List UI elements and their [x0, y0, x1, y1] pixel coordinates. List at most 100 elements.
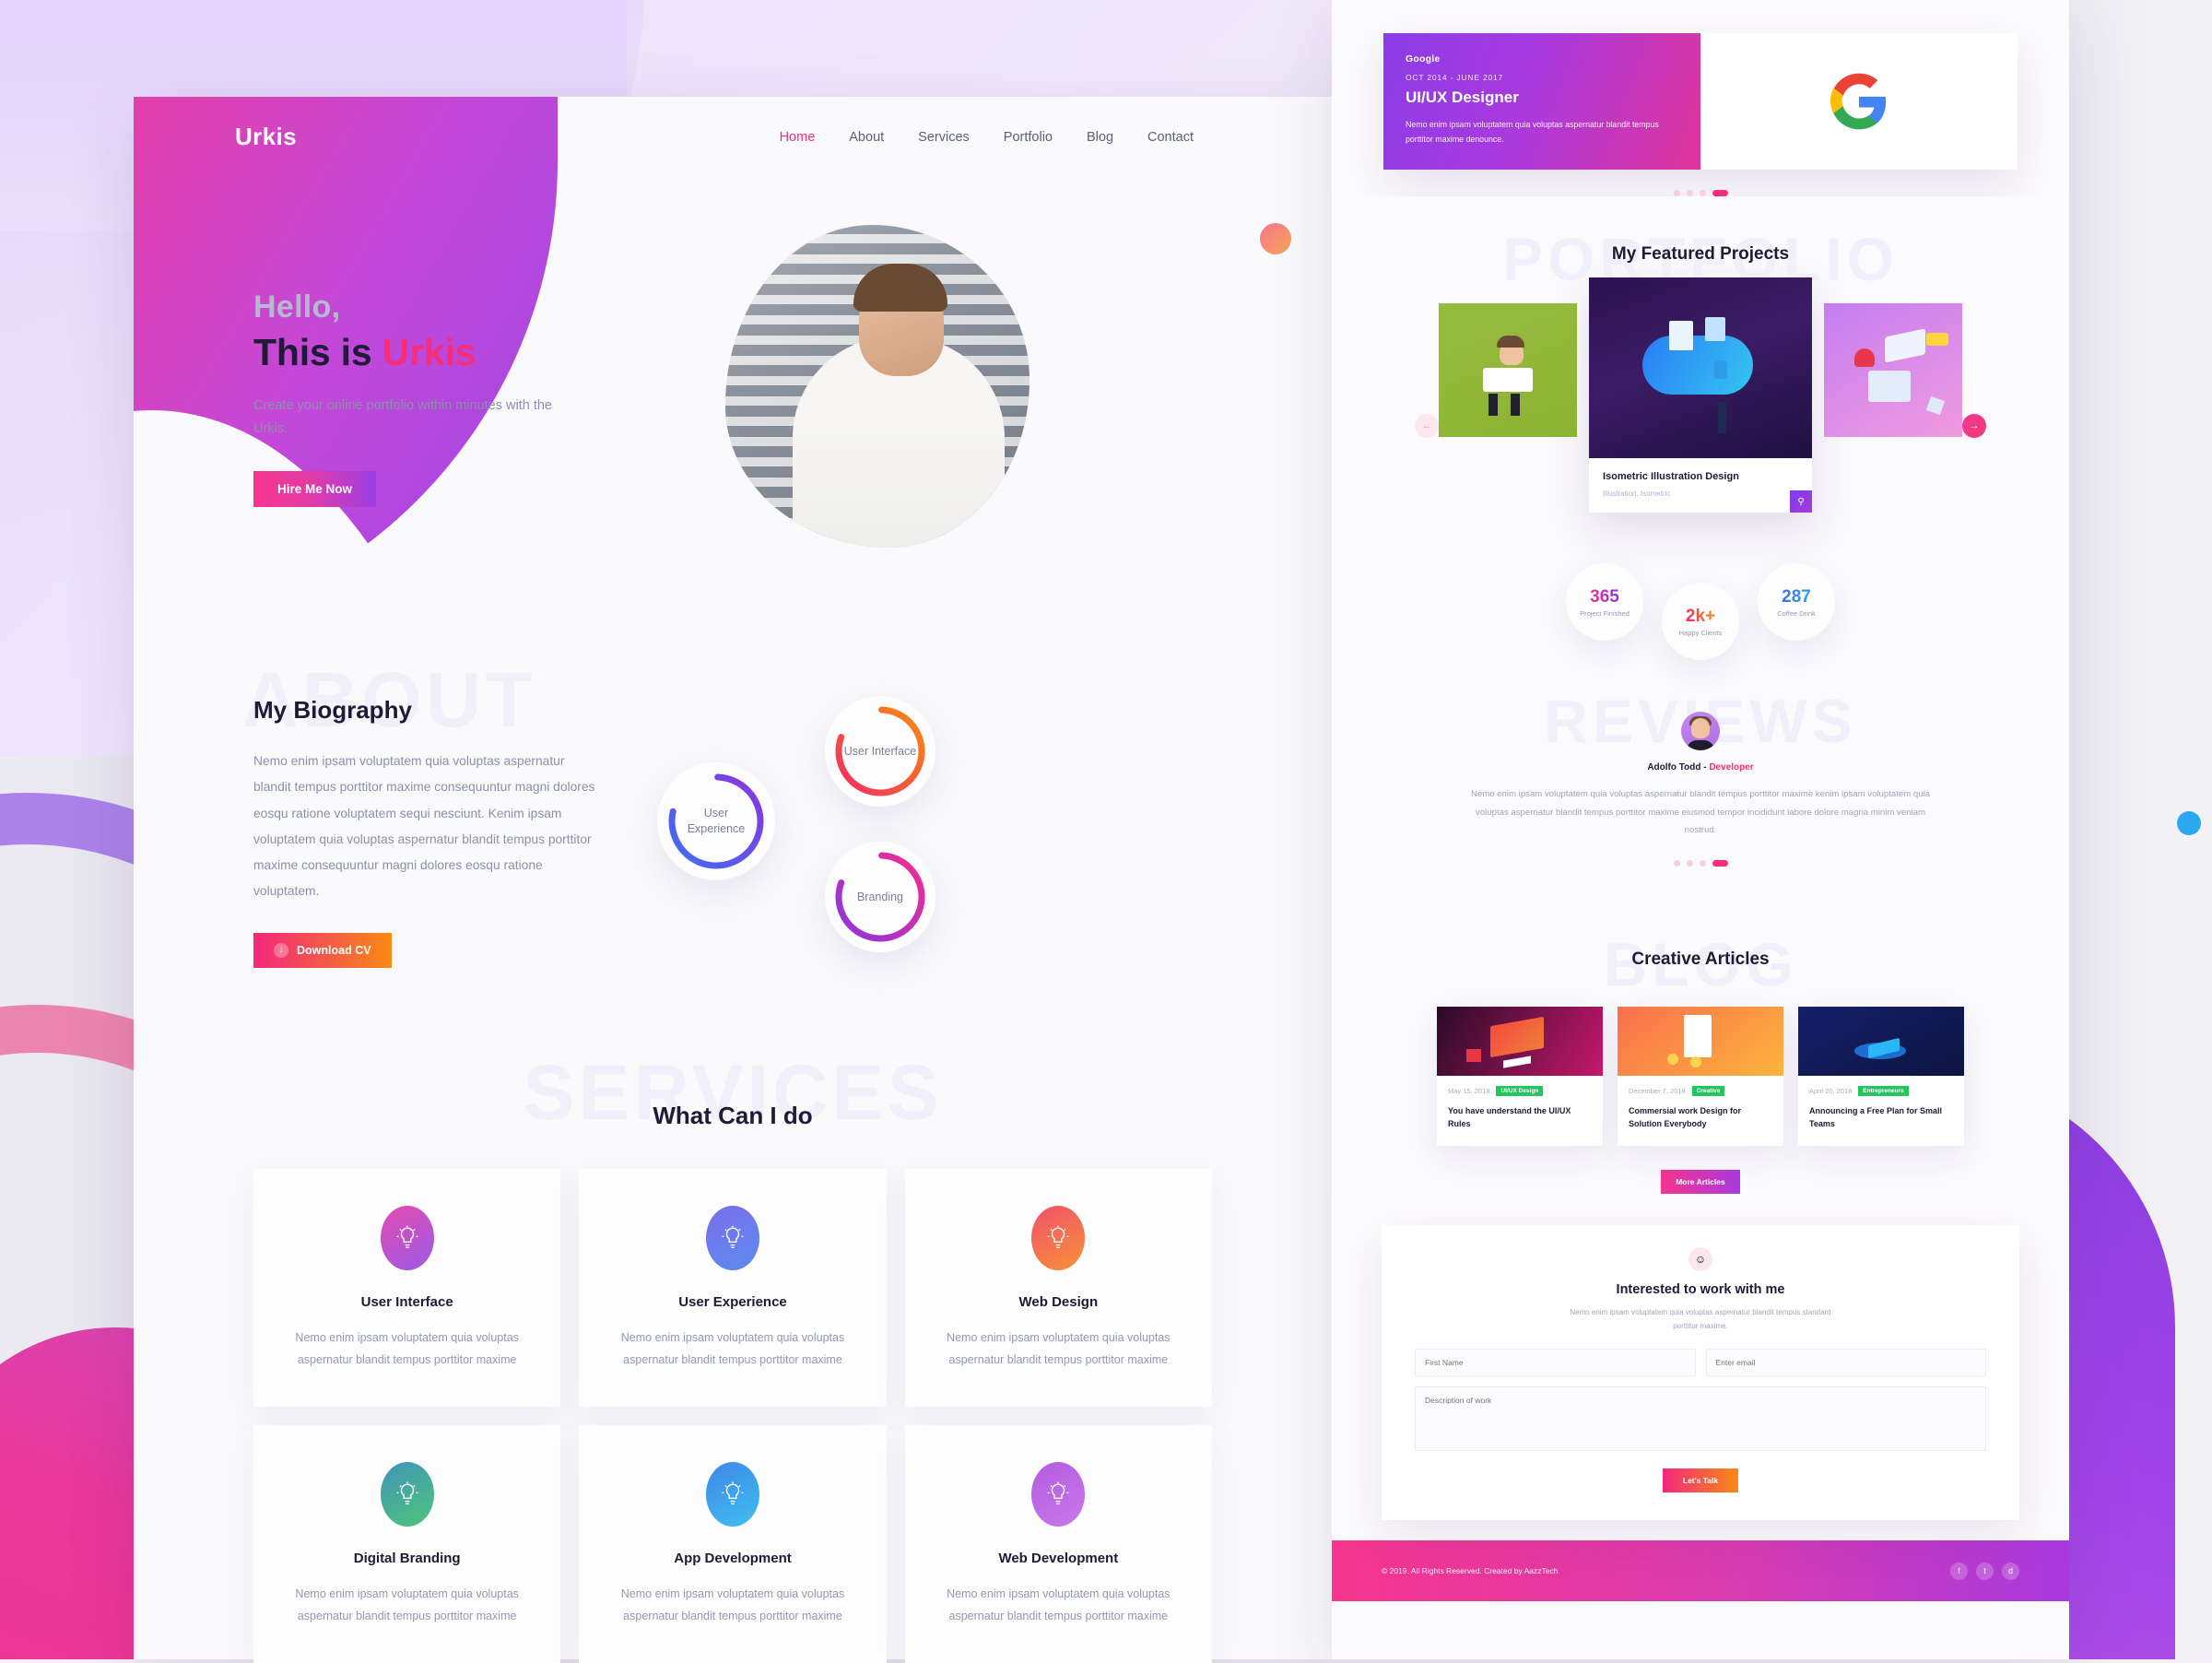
service-title: User Interface: [360, 1294, 453, 1310]
reviewer-name: Adolfo Todd - Developer: [1332, 762, 2069, 773]
blog-post-title[interactable]: Announcing a Free Plan for Small Teams: [1809, 1104, 1953, 1131]
blog-card[interactable]: December 7, 2018 Creative Commersial wor…: [1618, 1006, 1783, 1146]
service-card[interactable]: App Development Nemo enim ipsam voluptat…: [579, 1424, 887, 1663]
hero-headline: This is Urkis: [253, 331, 650, 374]
reviewer-role: Developer: [1709, 762, 1754, 773]
service-card[interactable]: Digital Branding Nemo enim ipsam volupta…: [253, 1424, 561, 1663]
services-section: SERVICES What Can I do User Interface Ne…: [134, 1000, 1332, 1663]
skill-ring-user-interface: [835, 706, 925, 796]
counter-clients: 2k+ Happy Clients: [1662, 583, 1739, 660]
lightbulb-icon: [380, 1206, 434, 1270]
nav-item-services[interactable]: Services: [918, 130, 970, 145]
service-title: User Experience: [678, 1294, 787, 1310]
nav-item-portfolio[interactable]: Portfolio: [1004, 130, 1053, 145]
blog-thumbnail: [1798, 1006, 1964, 1076]
blog-date: December 7, 2018: [1629, 1086, 1686, 1095]
blog-tag[interactable]: Creative: [1691, 1085, 1725, 1096]
counter-value: 2k+: [1685, 606, 1716, 626]
portfolio-thumb-right[interactable]: [1824, 303, 1962, 437]
footer: © 2019. All Rights Reserved. Created by …: [1332, 1540, 2069, 1602]
carousel-dot-active[interactable]: [1712, 859, 1728, 867]
brand-logo[interactable]: Urkis: [235, 123, 297, 151]
service-card[interactable]: Web Development Nemo enim ipsam voluptat…: [904, 1424, 1212, 1663]
skill-branding[interactable]: Branding: [825, 842, 935, 952]
service-card[interactable]: User Interface Nemo enim ipsam voluptate…: [253, 1169, 561, 1407]
skill-user-interface[interactable]: User Interface: [825, 696, 935, 807]
nav-item-home[interactable]: Home: [780, 130, 816, 145]
contact-section: ☺ Interested to work with me Nemo enim i…: [1332, 1194, 2069, 1521]
smiley-icon: ☺: [1688, 1246, 1712, 1271]
copyright-text: © 2019. All Rights Reserved. Created by …: [1382, 1566, 1559, 1576]
lightbulb-icon: [380, 1461, 434, 1527]
reviewer-avatar: [1681, 712, 1720, 750]
blog-card[interactable]: May 15, 2018 UI/UX Design You have under…: [1437, 1006, 1603, 1146]
blog-section: BLOG Creative Articles May 15, 2018 UI/U…: [1332, 899, 2069, 1194]
experience-date: OCT 2014 - JUNE 2017: [1406, 73, 1504, 82]
counters-section: 365 Project Finished 2k+ Happy Clients 2…: [1332, 544, 2069, 669]
carousel-dot[interactable]: [1686, 190, 1693, 196]
counter-value: 287: [1782, 586, 1811, 607]
service-desc: Nemo enim ipsam voluptatem quia voluptas…: [947, 1586, 1171, 1623]
work-description-textarea[interactable]: [1415, 1386, 1986, 1452]
blog-meta: April 20, 2018 Entrepreneurs: [1809, 1085, 1953, 1096]
hero-body: Hello, This is Urkis Create your online …: [134, 151, 1332, 548]
reviews-section: REVIEWS Adolfo Todd - Developer Nemo eni…: [1332, 669, 2069, 900]
service-desc: Nemo enim ipsam voluptatem quia voluptas…: [620, 1331, 845, 1367]
blog-tag[interactable]: UI/UX Design: [1496, 1085, 1544, 1096]
avatar-face: [1690, 717, 1711, 738]
reviews-carousel-dots[interactable]: [1332, 859, 2069, 867]
skill-user-experience[interactable]: User Experience: [657, 762, 775, 880]
download-cv-button[interactable]: ↓ Download CV: [253, 932, 392, 968]
carousel-dot-active[interactable]: [1712, 190, 1728, 196]
social-links: f t d: [1950, 1562, 2019, 1580]
skill-ring-user-experience: [668, 773, 764, 869]
blog-tag[interactable]: Entrepreneurs: [1858, 1085, 1909, 1096]
counter-coffee: 287 Coffee Drink: [1758, 563, 1835, 641]
experience-carousel-dots[interactable]: [1383, 190, 2018, 196]
portfolio-next-button[interactable]: →: [1962, 414, 1986, 438]
lets-talk-button[interactable]: Let's Talk: [1662, 1468, 1739, 1493]
nav-item-contact[interactable]: Contact: [1147, 130, 1194, 145]
dribbble-icon[interactable]: d: [2002, 1562, 2019, 1580]
about-title: My Biography: [253, 696, 412, 724]
portfolio-featured-tags: Illustration, Isometric: [1603, 489, 1671, 498]
nav-item-about[interactable]: About: [849, 130, 884, 145]
service-card[interactable]: User Experience Nemo enim ipsam voluptat…: [579, 1169, 887, 1407]
service-desc: Nemo enim ipsam voluptatem quia voluptas…: [295, 1586, 519, 1623]
service-desc: Nemo enim ipsam voluptatem quia voluptas…: [620, 1586, 845, 1623]
inner-pages-mockup: Google OCT 2014 - JUNE 2017 UI/UX Design…: [1332, 0, 2069, 1659]
first-name-input[interactable]: [1415, 1349, 1696, 1377]
hire-me-button[interactable]: Hire Me Now: [253, 470, 377, 507]
magnifier-icon[interactable]: ⚲: [1790, 490, 1812, 513]
lightbulb-icon: [1031, 1206, 1086, 1270]
portfolio-title: My Featured Projects: [1611, 244, 1790, 264]
hero-subtitle: Create your online portfolio within minu…: [253, 398, 552, 437]
blog-meta: December 7, 2018 Creative: [1629, 1085, 1772, 1096]
carousel-dot[interactable]: [1673, 859, 1680, 867]
counter-label: Project Finished: [1580, 608, 1630, 618]
portfolio-featured-body: Isometric Illustration Design Illustrati…: [1589, 458, 1812, 513]
blog-meta: May 15, 2018 UI/UX Design: [1448, 1085, 1592, 1096]
about-section: ABOUT My Biography Nemo enim ipsam volup…: [134, 613, 1332, 1000]
service-card[interactable]: Web Design Nemo enim ipsam voluptatem qu…: [904, 1169, 1212, 1407]
carousel-dot[interactable]: [1699, 859, 1706, 867]
blog-post-title[interactable]: Commersial work Design for Solution Ever…: [1629, 1104, 1772, 1131]
nav-item-blog[interactable]: Blog: [1087, 130, 1113, 145]
carousel-dot[interactable]: [1699, 190, 1706, 196]
portfolio-prev-button[interactable]: ←: [1415, 414, 1439, 438]
hero-headline-accent: Urkis: [382, 331, 477, 373]
carousel-dot[interactable]: [1673, 190, 1680, 196]
carousel-dot[interactable]: [1686, 859, 1693, 867]
services-header: SERVICES What Can I do: [253, 1049, 1212, 1169]
email-input[interactable]: [1705, 1349, 1986, 1377]
blog-post-title[interactable]: You have understand the UI/UX Rules: [1448, 1104, 1592, 1131]
portfolio-featured-card[interactable]: Isometric Illustration Design Illustrati…: [1589, 277, 1812, 513]
experience-card[interactable]: Google OCT 2014 - JUNE 2017 UI/UX Design…: [1383, 33, 2018, 170]
blog-card[interactable]: April 20, 2018 Entrepreneurs Announcing …: [1798, 1006, 1964, 1146]
portfolio-section: PORTFOLIO My Featured Projects ← Isometr…: [1332, 196, 2069, 900]
portfolio-thumb-left[interactable]: [1439, 303, 1577, 437]
twitter-icon[interactable]: t: [1976, 1562, 1994, 1580]
more-articles-button[interactable]: More Articles: [1661, 1169, 1740, 1194]
blog-card-body: May 15, 2018 UI/UX Design You have under…: [1437, 1076, 1603, 1146]
facebook-icon[interactable]: f: [1950, 1562, 1968, 1580]
